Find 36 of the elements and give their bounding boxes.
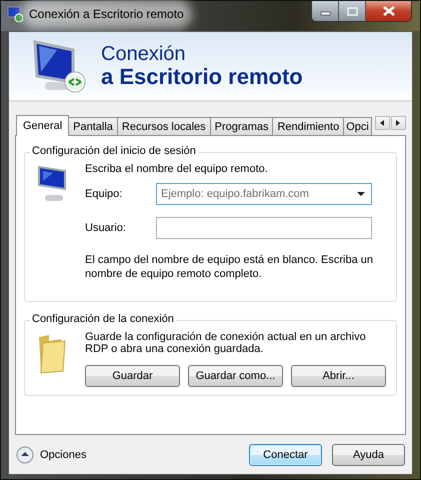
prompt-text: Escriba el nombre del equipo remoto. [85, 163, 269, 175]
tab[interactable]: Recursos locales [116, 117, 211, 135]
maximize-button[interactable] [339, 1, 366, 21]
minimize-button[interactable] [312, 1, 339, 21]
action-button[interactable]: Abrir... [291, 365, 386, 387]
warning-message: El campo del nombre de equipo está en blanco. Escriba un nombre de equipo remoto completo. [85, 253, 374, 281]
field-label: Usuario: [85, 222, 127, 234]
user-input-field[interactable] [156, 217, 372, 239]
action-button[interactable]: Guardar [85, 365, 180, 387]
action-button[interactable]: Guardar como... [188, 365, 283, 387]
tab[interactable]: Pantalla [68, 117, 118, 135]
close-icon [382, 6, 396, 16]
right-arrow-icon [395, 119, 402, 127]
computer-combo-box[interactable]: Ejemplo: equipo.fabrikam.com [156, 183, 372, 205]
left-arrow-icon [379, 119, 386, 127]
banner-subtitle: a Escritorio remoto [101, 65, 303, 89]
tab[interactable]: Programas [210, 117, 274, 135]
tab[interactable]: Rendimiento [272, 117, 344, 135]
maximize-icon [346, 6, 358, 16]
window-title: Conexión a Escritorio remoto [29, 7, 184, 21]
description-text: Guarde la configuración de conexión actual en un archivo RDP o abra una conexión guardada. [85, 331, 367, 355]
dialog-button[interactable]: Conectar [249, 444, 322, 466]
close-button[interactable] [366, 1, 411, 21]
remote-desktop-icon [33, 38, 87, 94]
tab-scroll-left-button[interactable] [374, 116, 390, 130]
tab[interactable]: Opci [343, 117, 372, 135]
dropdown-arrow-icon [357, 192, 365, 196]
tab-scroll-right-button[interactable] [390, 116, 406, 130]
options-toggle[interactable]: Opciones [16, 446, 86, 464]
tab[interactable]: General [16, 115, 70, 136]
group-title: Configuración del inicio de sesión [30, 145, 198, 157]
dialog-button[interactable]: Ayuda [332, 444, 405, 466]
group-title: Configuración de la conexión [30, 313, 176, 325]
app-icon [7, 6, 23, 22]
field-label: Equipo: [85, 188, 124, 200]
banner-title: Conexión [101, 43, 187, 65]
